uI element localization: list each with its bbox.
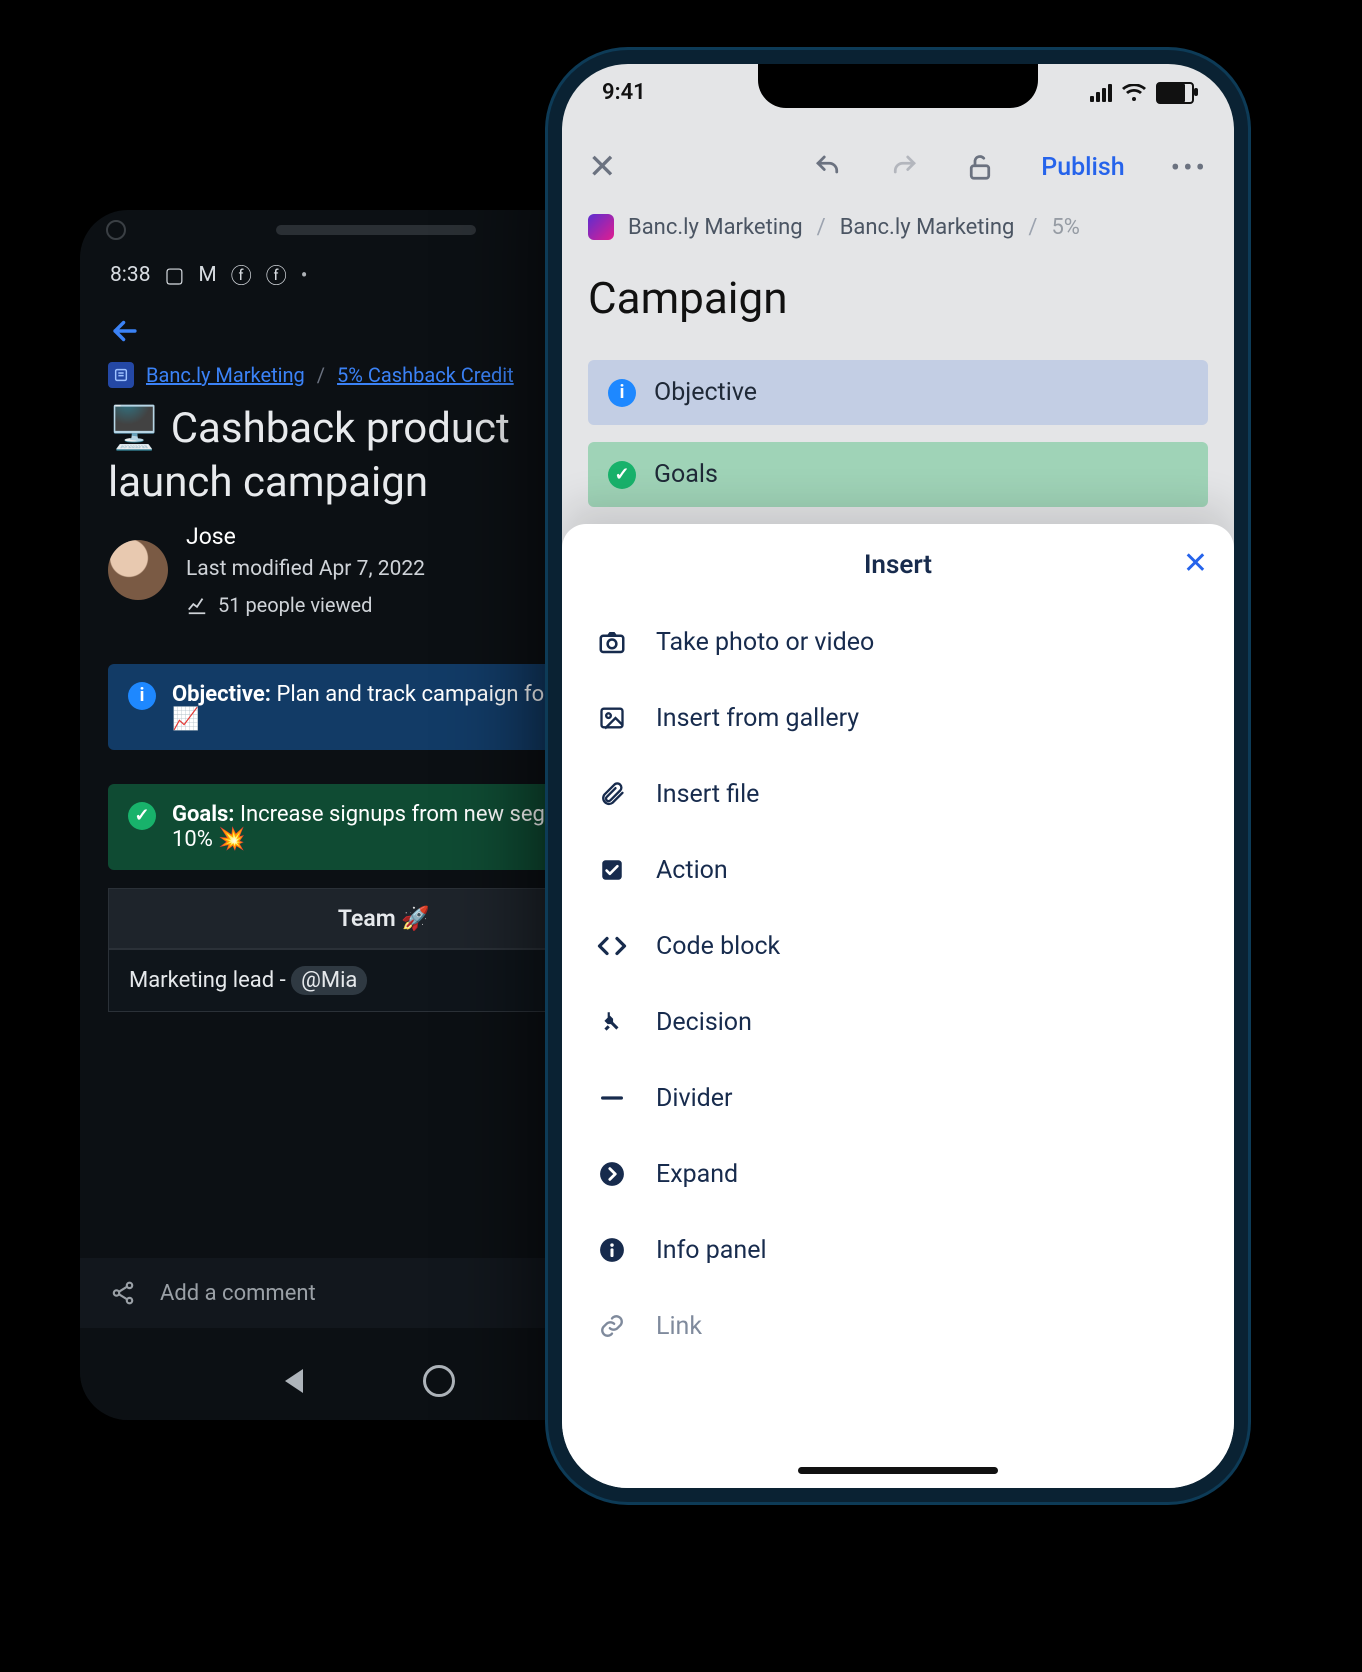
row-label: Code block [656, 932, 780, 961]
insert-option-code[interactable]: Code block [562, 908, 1234, 984]
iphone-notch [758, 64, 1038, 108]
editor-page-title[interactable]: Campaign [588, 272, 788, 324]
goals-label: Goals: [172, 802, 235, 827]
sheet-title: Insert ✕ [562, 524, 1234, 600]
redo-icon[interactable] [889, 152, 919, 182]
breadcrumb-space-link[interactable]: Banc.ly Marketing [146, 363, 305, 387]
author-name: Jose [186, 520, 425, 555]
breadcrumb-item[interactable]: Banc.ly Marketing [840, 215, 1015, 240]
insert-option-action[interactable]: Action [562, 832, 1234, 908]
space-icon [108, 362, 134, 388]
panel-label: Goals [654, 460, 718, 489]
editor-goals-panel[interactable]: ✓ Goals [588, 442, 1208, 507]
close-editor-icon[interactable]: ✕ [588, 150, 617, 184]
analytics-icon [186, 594, 208, 616]
breadcrumb-separator: / [317, 363, 325, 387]
success-check-icon: ✓ [128, 802, 156, 830]
row-label: Expand [656, 1160, 738, 1189]
row-label: Take photo or video [656, 628, 874, 657]
mention-chip[interactable]: @Mia [291, 966, 367, 995]
android-speaker-grill [276, 225, 476, 235]
wifi-icon [1122, 84, 1146, 102]
android-home-button[interactable] [423, 1365, 455, 1397]
share-icon[interactable] [110, 1280, 136, 1306]
row-label: Info panel [656, 1236, 767, 1265]
more-notifications-icon: • [301, 263, 308, 287]
publish-button[interactable]: Publish [1041, 153, 1124, 182]
breadcrumb-separator: / [817, 215, 826, 240]
title-text: Cashback product launch campaign [108, 404, 510, 507]
breadcrumb-item[interactable]: Banc.ly Marketing [628, 215, 803, 240]
divider-line-icon [596, 1082, 628, 1114]
editor-toolbar: ✕ Publish ••• [562, 130, 1234, 204]
decision-fork-icon [596, 1006, 628, 1038]
checkbox-icon [596, 854, 628, 886]
link-icon [596, 1310, 628, 1342]
image-icon: ▢ [165, 263, 185, 288]
last-modified-text: Last modified Apr 7, 2022 [186, 554, 425, 586]
info-icon: i [128, 682, 156, 710]
attachment-icon [596, 778, 628, 810]
cellular-signal-icon [1090, 84, 1112, 102]
row-label: Action [656, 856, 728, 885]
info-circle-icon [596, 1234, 628, 1266]
row-label: Link [656, 1312, 702, 1341]
back-arrow-icon[interactable] [108, 314, 142, 348]
insert-bottom-sheet: Insert ✕ Take photo or video In [562, 524, 1234, 1488]
row-role-text: Marketing lead - [129, 968, 291, 993]
image-icon [596, 702, 628, 734]
insert-option-link[interactable]: Link [562, 1288, 1234, 1364]
insert-option-expand[interactable]: Expand [562, 1136, 1234, 1212]
ios-home-indicator[interactable] [798, 1467, 998, 1474]
insert-option-gallery[interactable]: Insert from gallery [562, 680, 1234, 756]
viewed-count-text: 51 people viewed [218, 590, 372, 620]
sheet-title-text: Insert [864, 550, 932, 580]
breadcrumb-item[interactable]: 5% [1051, 215, 1079, 240]
code-icon [596, 930, 628, 962]
objective-label: Objective: [172, 682, 271, 707]
android-front-camera [106, 220, 126, 240]
comment-placeholder: Add a comment [160, 1281, 316, 1306]
row-label: Insert from gallery [656, 704, 859, 733]
insert-option-photo[interactable]: Take photo or video [562, 604, 1234, 680]
insert-option-info-panel[interactable]: Info panel [562, 1212, 1234, 1288]
success-check-icon: ✓ [608, 461, 636, 489]
panel-label: Objective [654, 378, 757, 407]
restrictions-unlock-icon[interactable] [965, 152, 995, 182]
editor-objective-panel[interactable]: i Objective [588, 360, 1208, 425]
messenger-icon: ⓕ [266, 260, 287, 290]
row-label: Divider [656, 1084, 733, 1113]
expand-chevron-icon [596, 1158, 628, 1190]
author-avatar[interactable] [108, 540, 168, 600]
editor-breadcrumb: Banc.ly Marketing / Banc.ly Marketing / … [562, 214, 1234, 240]
iphone-frame: 9:41 ✕ [548, 50, 1248, 1502]
facebook-icon: ⓕ [231, 260, 252, 290]
android-back-button[interactable] [285, 1369, 303, 1393]
battery-icon [1156, 82, 1194, 104]
row-label: Insert file [656, 780, 759, 809]
insert-option-divider[interactable]: Divider [562, 1060, 1234, 1136]
ios-status-time: 9:41 [602, 80, 646, 105]
gmail-icon: M [198, 263, 216, 287]
more-actions-icon[interactable]: ••• [1171, 151, 1208, 184]
insert-option-file[interactable]: Insert file [562, 756, 1234, 832]
insert-option-decision[interactable]: Decision [562, 984, 1234, 1060]
camera-icon [596, 626, 628, 658]
title-emoji: 🖥️ [108, 404, 160, 453]
info-icon: i [608, 379, 636, 407]
undo-icon[interactable] [813, 152, 843, 182]
breadcrumb-separator: / [1028, 215, 1037, 240]
breadcrumb-page-link[interactable]: 5% Cashback Credit [337, 363, 514, 387]
insert-options-list: Take photo or video Insert from gallery … [562, 600, 1234, 1364]
space-logo-icon [588, 214, 614, 240]
row-label: Decision [656, 1008, 752, 1037]
android-status-time: 8:38 [110, 263, 151, 287]
sheet-close-icon[interactable]: ✕ [1183, 546, 1208, 581]
